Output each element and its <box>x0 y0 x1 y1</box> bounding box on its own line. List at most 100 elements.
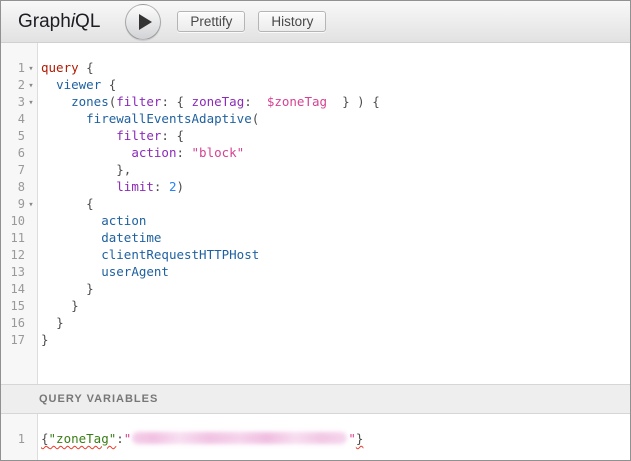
code-token: { <box>101 77 116 92</box>
line-number: 10 <box>1 213 25 230</box>
code-token: limit <box>116 179 154 194</box>
line-number: 2 <box>1 77 25 94</box>
line-number: 15 <box>1 298 25 315</box>
code-line: limit: 2) <box>41 178 630 195</box>
code-line: } <box>41 331 630 348</box>
history-button[interactable]: History <box>258 11 326 32</box>
code-token: viewer <box>56 77 101 92</box>
code-line: datetime <box>41 229 630 246</box>
code-token <box>41 145 131 160</box>
code-token: $zoneTag <box>267 94 327 109</box>
code-token <box>41 315 56 330</box>
redacted-value <box>132 432 347 444</box>
code-line: zones(filter: { zoneTag: $zoneTag } ) { <box>41 93 630 110</box>
code-token <box>41 281 86 296</box>
code-token: action <box>101 213 146 228</box>
code-token <box>41 179 116 194</box>
line-number: 17 <box>1 332 25 349</box>
code-token: }, <box>116 162 131 177</box>
line-number: 14 <box>1 281 25 298</box>
code-token: clientRequestHTTPHost <box>101 247 259 262</box>
line-number: 7 <box>1 162 25 179</box>
code-token: " <box>124 431 132 446</box>
code-token: firewallEventsAdaptive <box>86 111 252 126</box>
code-token: : { <box>161 94 191 109</box>
code-line: query { <box>41 59 630 76</box>
code-line: viewer { <box>41 76 630 93</box>
code-token: zoneTag <box>192 94 245 109</box>
code-token: datetime <box>101 230 161 245</box>
code-line: { <box>41 195 630 212</box>
code-token: query <box>41 60 79 75</box>
code-token: "zoneTag" <box>49 431 117 446</box>
variables-panel-title: QUERY VARIABLES <box>39 393 158 405</box>
code-line: firewallEventsAdaptive( <box>41 110 630 127</box>
variables-editor-gutter: 1 <box>1 414 38 460</box>
code-token <box>41 128 116 143</box>
variables-panel-header[interactable]: QUERY VARIABLES <box>1 384 630 414</box>
prettify-button[interactable]: Prettify <box>177 11 245 32</box>
code-token <box>41 213 101 228</box>
code-token: } <box>86 281 94 296</box>
code-token: : { <box>161 128 184 143</box>
code-line: } <box>41 280 630 297</box>
code-token: " <box>348 431 356 446</box>
line-number: 3 <box>1 94 25 111</box>
code-line: } <box>41 314 630 331</box>
line-number: 12 <box>1 247 25 264</box>
code-token <box>41 162 116 177</box>
code-token: { <box>86 196 94 211</box>
variables-editor: 1 {"zoneTag":""} <box>1 414 630 460</box>
line-number: 1 <box>1 60 25 77</box>
code-token: ( <box>252 111 260 126</box>
line-number: 11 <box>1 230 25 247</box>
code-token: } <box>56 315 64 330</box>
code-line: clientRequestHTTPHost <box>41 246 630 263</box>
code-token: filter <box>116 128 161 143</box>
line-number: 8 <box>1 179 25 196</box>
line-number: 6 <box>1 145 25 162</box>
code-token <box>41 247 101 262</box>
line-number: 4 <box>1 111 25 128</box>
code-line: filter: { <box>41 127 630 144</box>
code-token: userAgent <box>101 264 169 279</box>
line-number: 9 <box>1 196 25 213</box>
code-token: } ) { <box>327 94 380 109</box>
graphiql-window: GraphiQL Prettify History 1▾2▾3▾456789▾1… <box>0 0 631 461</box>
query-editor-gutter: 1▾2▾3▾456789▾1011121314151617 <box>1 43 38 384</box>
code-token: : <box>116 431 124 446</box>
execute-query-button[interactable] <box>125 4 161 40</box>
code-line: userAgent <box>41 263 630 280</box>
code-line: {"zoneTag":""} <box>41 430 630 447</box>
code-line: action: "block" <box>41 144 630 161</box>
line-number: 13 <box>1 264 25 281</box>
code-token: filter <box>116 94 161 109</box>
code-line: }, <box>41 161 630 178</box>
code-token: : <box>176 145 191 160</box>
code-token: { <box>41 431 49 446</box>
code-line: } <box>41 297 630 314</box>
line-number: 5 <box>1 128 25 145</box>
code-token: 2 <box>169 179 177 194</box>
variables-editor-code[interactable]: {"zoneTag":""} <box>38 414 630 460</box>
query-editor-code[interactable]: query { viewer { zones(filter: { zoneTag… <box>38 43 630 384</box>
logo-text-2: QL <box>75 11 100 32</box>
line-number: 1 <box>1 431 25 448</box>
code-token <box>41 111 86 126</box>
code-token <box>41 298 71 313</box>
code-token <box>41 94 71 109</box>
code-token <box>41 264 101 279</box>
code-token: } <box>41 332 49 347</box>
code-token: } <box>356 431 364 446</box>
logo-text: Graph <box>18 11 71 32</box>
code-token: zones <box>71 94 109 109</box>
code-token <box>252 94 267 109</box>
query-editor: 1▾2▾3▾456789▾1011121314151617 query { vi… <box>1 43 630 384</box>
code-token: ) <box>177 179 185 194</box>
code-token: : <box>244 94 252 109</box>
code-token: } <box>71 298 79 313</box>
line-number: 16 <box>1 315 25 332</box>
code-line: action <box>41 212 630 229</box>
code-token: : <box>154 179 169 194</box>
code-token <box>41 77 56 92</box>
